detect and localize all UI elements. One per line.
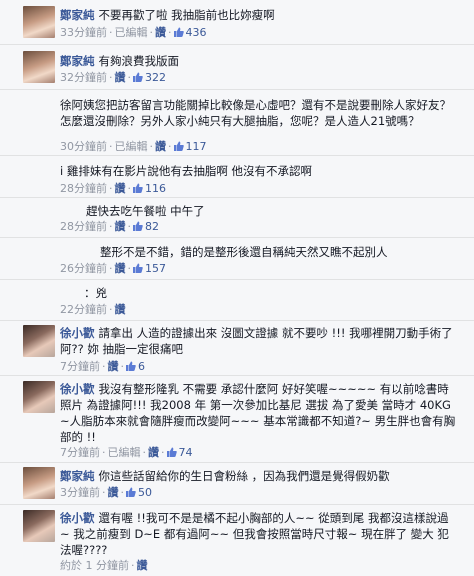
comment-item: 整形不是不錯，錯的是整形後還自稱純天然又瞧不起別人 26分鐘前 · 讚 · 157 [0, 237, 474, 280]
comment-meta: 32分鐘前 · 讚 · 322 [60, 71, 166, 84]
like-count[interactable]: 157 [145, 262, 166, 275]
comment-meta: 約於 1 分鐘前 · 讚 [60, 559, 148, 572]
thumbs-up-icon [126, 487, 136, 497]
comment-item: 鄭家純 你這些話留給你的生日會粉絲 ，因為我們還是覺得假奶歡 3分鐘前 · 讚 · 50 [0, 462, 474, 505]
like-count[interactable]: 322 [145, 71, 166, 84]
comment-item: 鄭家純 有夠浪費我版面 32分鐘前 · 讚 · 322 [0, 44, 474, 90]
like-button[interactable]: 讚 [108, 360, 119, 373]
comment-author[interactable]: 徐小歡 [60, 326, 95, 340]
comment-meta: 28分鐘前 · 讚 · 82 [60, 220, 159, 233]
comment-text: 趕快去吃午餐啦 中午了 [86, 204, 205, 218]
comment-item: 徐小歡 我沒有整形隆乳 不需要 承認什麼阿 好好笑喔~~~~~ 有以前唸書時照片 … [0, 375, 474, 463]
comment-item: 趕快去吃午餐啦 中午了 28分鐘前 · 讚 · 82 [0, 197, 474, 238]
avatar[interactable] [23, 467, 55, 499]
comment-author[interactable]: 鄭家純 [60, 54, 95, 68]
like-count[interactable]: 82 [145, 220, 159, 233]
thumbs-up-icon [133, 72, 143, 82]
thumbs-up-icon [133, 221, 143, 231]
thumbs-up-icon [133, 263, 143, 273]
like-count[interactable]: 436 [186, 26, 207, 39]
like-button[interactable]: 讚 [137, 559, 148, 572]
comment-author[interactable]: 徐小歡 [60, 382, 95, 396]
like-button[interactable]: 讚 [148, 446, 159, 459]
comment-text: 不要再歡了啦 我抽脂前也比妳瘦啊 [98, 8, 275, 22]
like-count[interactable]: 50 [138, 486, 152, 499]
avatar[interactable] [23, 381, 55, 413]
like-count[interactable]: 6 [138, 360, 145, 373]
comment-author[interactable]: 鄭家純 [60, 469, 95, 483]
avatar[interactable] [23, 325, 55, 357]
comment-author[interactable]: 鄭家純 [60, 8, 95, 22]
avatar[interactable] [23, 6, 55, 38]
comment-item: i 雞排妹有在影片說他有去抽脂啊 他沒有不承認啊 28分鐘前 · 讚 · 116 [0, 155, 474, 198]
thumbs-up-icon [166, 447, 177, 457]
like-button[interactable]: 讚 [155, 140, 166, 153]
edited-label[interactable]: 已編輯 [115, 140, 148, 153]
comment-time[interactable]: 28分鐘前 [60, 182, 107, 195]
comment-item: 徐小歡 還有喔 !!我可不是是橘不起小胸部的人~~ 從頭到尾 我都沒這樣說過~ 我… [0, 504, 474, 576]
comment-meta: 7分鐘前 · 已編輯 · 讚 · 74 [60, 446, 193, 459]
comment-text: 有夠浪費我版面 [98, 54, 180, 68]
comment-item: 鄭家純 不要再歡了啦 我抽脂前也比妳瘦啊 33分鐘前 · 已編輯 · 讚 · 436 [0, 0, 474, 44]
like-button[interactable]: 讚 [115, 220, 126, 233]
comment-text: 請拿出 人造的證據出來 沒圖文證據 就不要吵 !!! 我哪裡開刀動手術了阿?? … [60, 326, 453, 356]
comment-text: i 雞排妹有在影片說他有去抽脂啊 他沒有不承認啊 [60, 164, 313, 178]
thumbs-up-icon [173, 27, 184, 37]
like-count[interactable]: 117 [186, 140, 207, 153]
comment-item: ：兇 22分鐘前 · 讚 [0, 279, 474, 321]
comment-time[interactable]: 3分鐘前 [60, 486, 100, 499]
comment-meta: 26分鐘前 · 讚 · 157 [60, 262, 166, 275]
thumbs-up-icon [173, 141, 184, 151]
comment-meta: 3分鐘前 · 讚 · 50 [60, 486, 152, 499]
comment-meta: 33分鐘前 · 已編輯 · 讚 · 436 [60, 26, 207, 39]
comment-time[interactable]: 7分鐘前 [60, 446, 100, 459]
comment-item: 徐阿姨您把訪客留言功能關掉比較像是心虛吧？還有不是說要刪除人家好友？怎麼還沒刪除… [0, 89, 474, 156]
avatar[interactable] [23, 510, 55, 542]
thumbs-up-icon [126, 361, 136, 371]
like-button[interactable]: 讚 [115, 262, 126, 275]
edited-label[interactable]: 已編輯 [115, 26, 148, 39]
comment-text: 我沒有整形隆乳 不需要 承認什麼阿 好好笑喔~~~~~ 有以前唸書時照片 為證據… [60, 382, 456, 444]
comment-text: ：兇 [84, 286, 107, 300]
comment-feed: 鄭家純 不要再歡了啦 我抽脂前也比妳瘦啊 33分鐘前 · 已編輯 · 讚 · 436 鄭家純有… [0, 0, 474, 576]
thumbs-up-icon [133, 183, 143, 193]
comment-text: 整形不是不錯，錯的是整形後還自稱純天然又瞧不起別人 [100, 245, 388, 259]
comment-time[interactable]: 7分鐘前 [60, 360, 100, 373]
comment-author[interactable]: 徐小歡 [60, 511, 95, 525]
like-button[interactable]: 讚 [115, 303, 126, 316]
comment-time[interactable]: 26分鐘前 [60, 262, 107, 275]
like-button[interactable]: 讚 [108, 486, 119, 499]
avatar[interactable] [23, 51, 55, 83]
like-button[interactable]: 讚 [115, 71, 126, 84]
comment-text: 還有喔 !!我可不是是橘不起小胸部的人~~ 從頭到尾 我都沒這樣說過~ 我之前瘦… [60, 511, 449, 557]
comment-time[interactable]: 22分鐘前 [60, 303, 107, 316]
comment-text: 徐阿姨您把訪客留言功能關掉比較像是心虛吧？還有不是說要刪除人家好友？怎麼還沒刪除… [60, 98, 451, 128]
comment-item: 徐小歡 請拿出 人造的證據出來 沒圖文證據 就不要吵 !!! 我哪裡開刀動手術了阿… [0, 320, 474, 376]
comment-meta: 28分鐘前 · 讚 · 116 [60, 182, 166, 195]
like-button[interactable]: 讚 [155, 26, 166, 39]
comment-time[interactable]: 33分鐘前 [60, 26, 107, 39]
comment-meta: 7分鐘前 · 讚 · 6 [60, 360, 145, 373]
like-count[interactable]: 116 [145, 182, 166, 195]
comment-meta: 22分鐘前 · 讚 [60, 303, 126, 316]
edited-label[interactable]: 已編輯 [108, 446, 141, 459]
comment-time[interactable]: 30分鐘前 [60, 140, 107, 153]
comment-time[interactable]: 32分鐘前 [60, 71, 107, 84]
like-count[interactable]: 74 [179, 446, 193, 459]
comment-text: 你這些話留給你的生日會粉絲 ，因為我們還是覺得假奶歡 [98, 469, 390, 483]
comment-meta: 30分鐘前 · 已編輯 · 讚 · 117 [60, 140, 207, 153]
comment-time[interactable]: 28分鐘前 [60, 220, 107, 233]
comment-time[interactable]: 約於 1 分鐘前 [60, 559, 129, 572]
like-button[interactable]: 讚 [115, 182, 126, 195]
